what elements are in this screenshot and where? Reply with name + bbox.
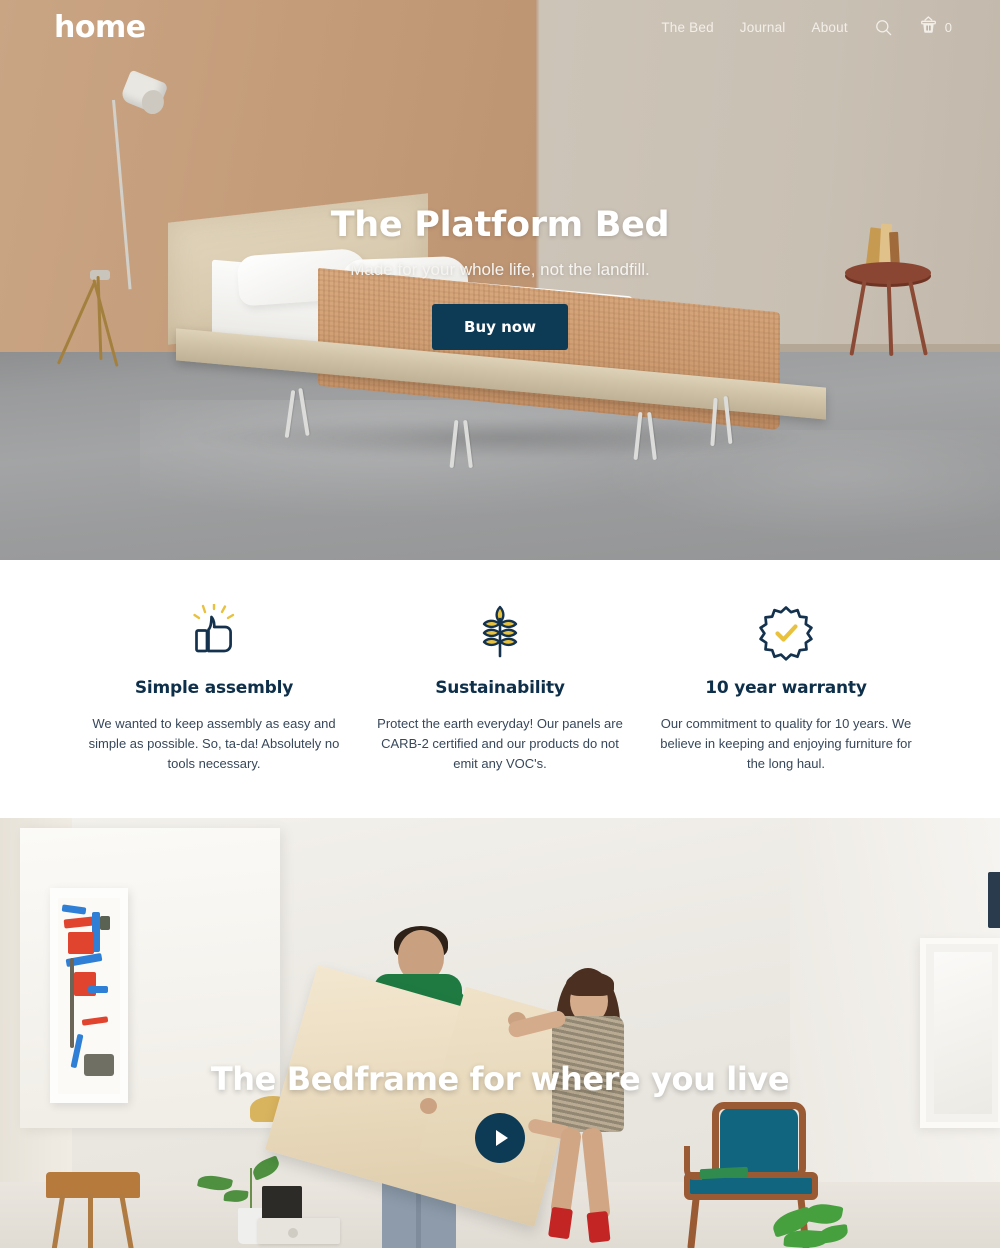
shopping-basket-icon [919,15,938,40]
feature-title: 10 year warranty [705,678,867,698]
feature-title: Simple assembly [134,678,294,698]
play-video-button[interactable] [475,1113,525,1163]
features-section: Simple assembly We wanted to keep assemb… [0,560,1000,818]
nav-link-about[interactable]: About [811,20,847,35]
woman-red-sock [548,1206,573,1240]
hero-subtitle: Made for your whole life, not the landfi… [350,260,650,279]
stereo-receiver [258,1218,340,1244]
badge-check-icon [657,602,915,664]
feature-description: Our commitment to quality for 10 years. … [660,716,912,771]
hero-copy: The Platform Bed Made for your whole lif… [0,205,1000,350]
cart-button[interactable]: 0 [919,15,952,40]
site-logo[interactable]: home [54,10,146,45]
woman-red-sock [586,1210,611,1244]
speaker-box [262,1186,302,1220]
nav-right-group: The Bed Journal About 0 [661,0,952,54]
side-feedback-tab[interactable] [988,872,1000,928]
woman-hair-front [566,972,614,996]
search-icon[interactable] [874,18,893,37]
stereo-knob [288,1228,298,1238]
nav-link-journal[interactable]: Journal [740,20,786,35]
nav-link-the-bed[interactable]: The Bed [661,20,713,35]
feature-sustainability: Sustainability Protect the earth everyda… [371,602,629,818]
hero-section: home The Bed Journal About 0 The Platfor… [0,0,1000,560]
cart-item-count: 0 [944,19,952,35]
thumbs-up-icon [85,602,343,664]
feature-description: Protect the earth everyday! Our panels a… [377,716,623,771]
leaf-plant-icon [371,602,629,664]
buy-now-button[interactable]: Buy now [432,304,568,350]
wooden-side-table-leg [88,1194,93,1248]
video-title: The Bedframe for where you live [210,1060,790,1098]
feature-warranty: 10 year warranty Our commitment to quali… [657,602,915,818]
video-copy: The Bedframe for where you live [0,1060,1000,1098]
play-icon [495,1130,508,1146]
page-root: home The Bed Journal About 0 The Platfor… [0,0,1000,1248]
main-navigation: home The Bed Journal About 0 [0,0,1000,54]
hero-title: The Platform Bed [330,205,670,245]
feature-description: We wanted to keep assembly as easy and s… [88,716,340,771]
feature-title: Sustainability [435,678,565,698]
feature-simple-assembly: Simple assembly We wanted to keep assemb… [85,602,343,818]
man-hand [420,1098,437,1114]
